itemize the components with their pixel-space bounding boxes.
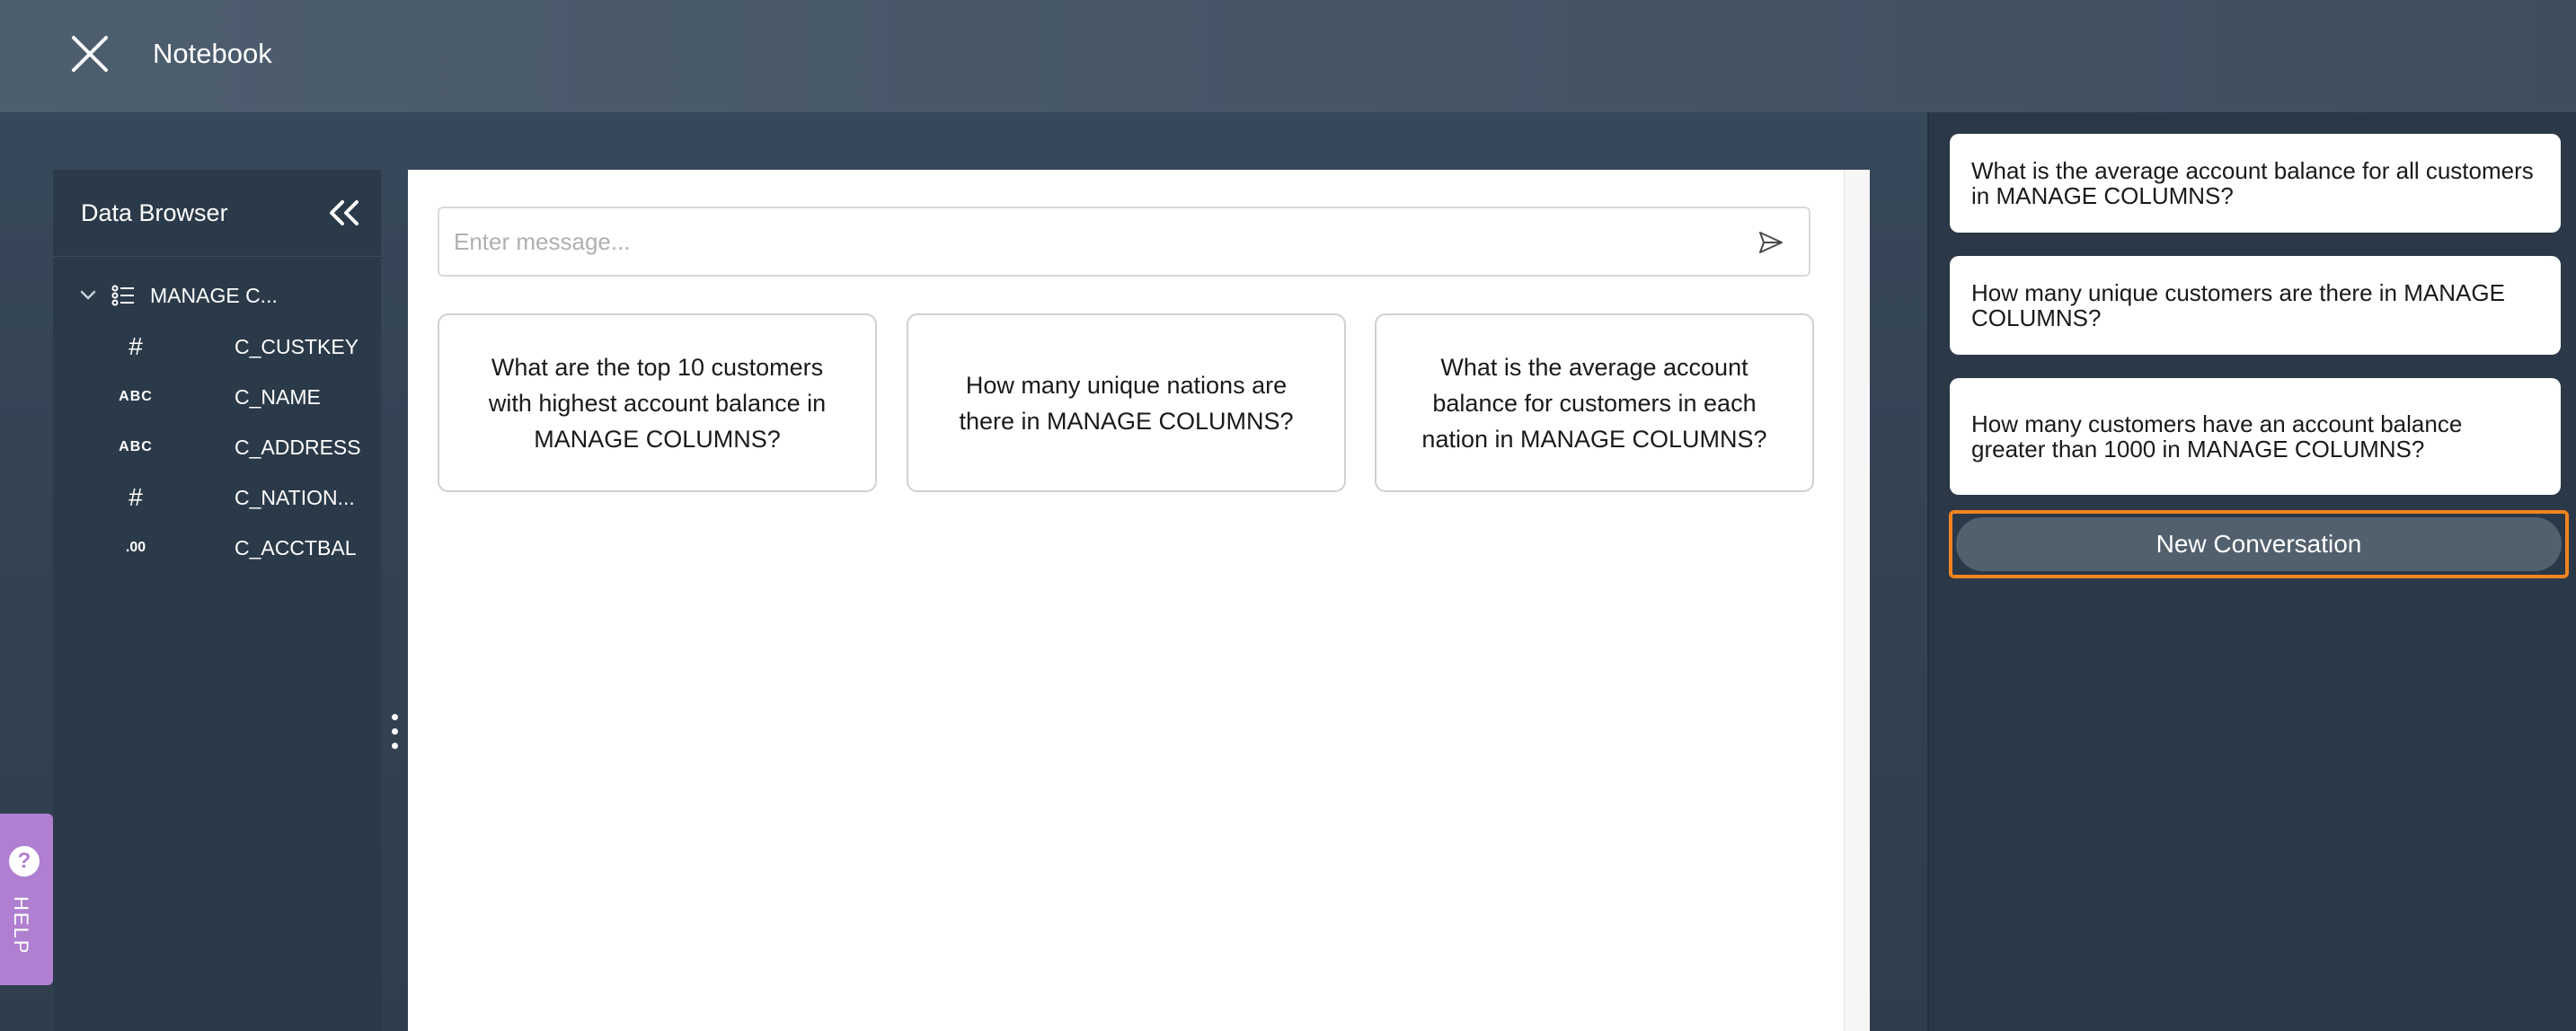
data-browser-title: Data Browser (81, 199, 228, 226)
double-chevron-left-icon[interactable] (321, 193, 369, 233)
question-card[interactable]: What is the average account balance for … (1950, 134, 2561, 233)
table-list-icon (111, 285, 134, 306)
text-type-icon: ABC (119, 389, 153, 404)
tree-item-table-label: MANAGE C... (150, 283, 278, 307)
question-sidebar: What is the average account balance for … (1927, 112, 2576, 1031)
column-label: C_CUSTKEY (235, 334, 359, 358)
column-label: C_NATION... (235, 485, 355, 509)
send-icon[interactable] (1757, 228, 1785, 257)
suggestion-card[interactable]: What is the average account balance for … (1375, 313, 1814, 492)
column-item[interactable]: ABC C_NAME (119, 377, 321, 417)
close-icon[interactable] (63, 27, 117, 81)
data-browser-panel: Data Browser MANAGE C... # C_CUSTKEY ABC… (53, 170, 381, 1031)
column-item[interactable]: # C_CUSTKEY (128, 327, 359, 366)
column-label: C_ADDRESS (235, 435, 361, 459)
new-conversation-button[interactable]: New Conversation (1956, 517, 2562, 571)
page-title: Notebook (153, 38, 272, 69)
column-item[interactable]: .00 C_ACCTBAL (126, 528, 357, 568)
scrollbar[interactable] (1844, 170, 1870, 1031)
message-box (438, 207, 1810, 277)
question-card[interactable]: How many unique customers are there in M… (1950, 256, 2561, 355)
tree-item-table[interactable]: MANAGE C... (73, 276, 360, 315)
column-label: C_ACCTBAL (235, 535, 357, 560)
decimal-type-icon: .00 (125, 540, 146, 555)
message-input[interactable] (439, 208, 1762, 275)
number-type-icon: # (128, 483, 143, 511)
chevron-down-icon[interactable] (73, 280, 103, 311)
text-type-icon: ABC (119, 439, 153, 454)
app-header: Notebook (0, 0, 2576, 112)
help-icon: ? (9, 846, 40, 877)
question-card[interactable]: How many customers have an account balan… (1950, 378, 2561, 495)
new-conversation-highlight: New Conversation (1949, 510, 2569, 578)
number-type-icon: # (128, 332, 143, 360)
data-browser-header: Data Browser (53, 170, 381, 257)
chat-panel: What are the top 10 customers with highe… (408, 170, 1870, 1031)
suggestion-card[interactable]: What are the top 10 customers with highe… (438, 313, 877, 492)
help-label: HELP (10, 896, 32, 956)
column-item[interactable]: # C_NATION... (128, 478, 355, 517)
panel-resize-handle[interactable] (387, 714, 402, 764)
help-tab[interactable]: ? HELP (0, 814, 53, 985)
column-label: C_NAME (235, 384, 321, 409)
suggestion-card[interactable]: How many unique nations are there in MAN… (907, 313, 1346, 492)
column-item[interactable]: ABC C_ADDRESS (119, 427, 361, 467)
